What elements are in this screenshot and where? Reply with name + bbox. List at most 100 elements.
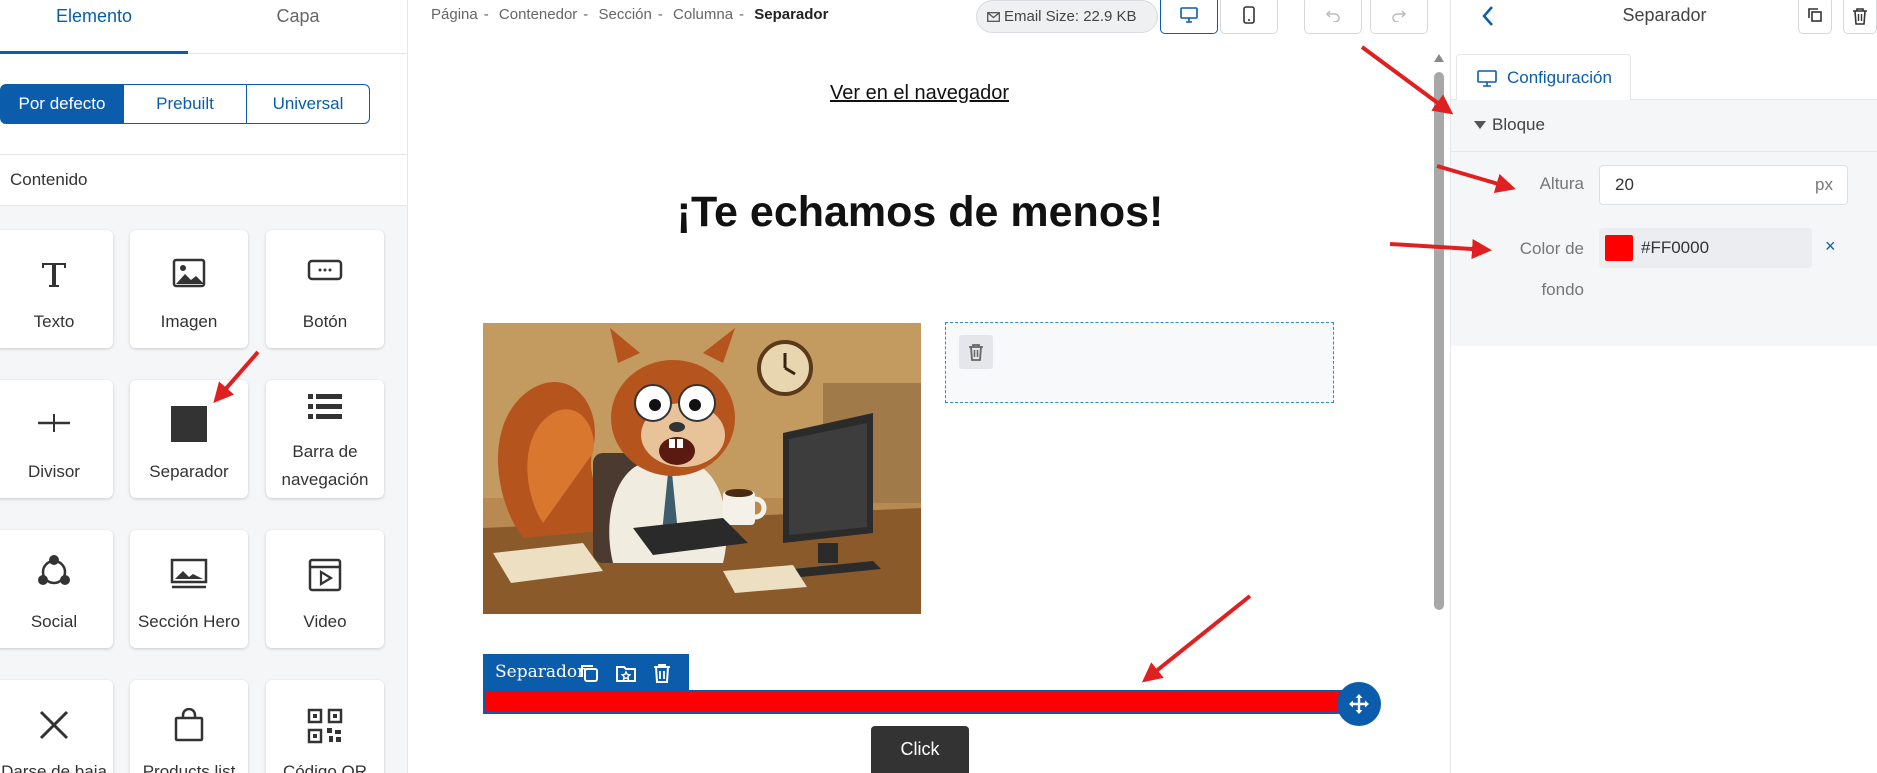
block-properties: Bloque Altura 20 px Color de fondo #FF00… bbox=[1451, 100, 1877, 346]
desktop-icon bbox=[1477, 70, 1497, 87]
breadcrumb: Página - Contenedor - Sección - Columna - Se… bbox=[431, 6, 828, 23]
tile-barra-navegacion[interactable]: Barra de navegación bbox=[266, 380, 384, 498]
clear-color-button[interactable]: × bbox=[1825, 236, 1836, 257]
tab-configuracion[interactable]: Configuración bbox=[1456, 54, 1631, 101]
tile-separador[interactable]: Separador bbox=[130, 380, 248, 498]
color-swatch[interactable] bbox=[1605, 235, 1633, 261]
duplicate-element-button[interactable] bbox=[1798, 0, 1832, 34]
separator-toolbar-label: Separador bbox=[495, 662, 586, 682]
delete-column-button[interactable] bbox=[959, 335, 993, 369]
move-icon bbox=[1349, 694, 1369, 714]
email-cta-button[interactable]: Click bbox=[871, 726, 969, 773]
squirrel-image bbox=[483, 323, 921, 614]
segment-universal[interactable]: Universal bbox=[247, 84, 370, 124]
save-block-icon[interactable] bbox=[615, 662, 637, 684]
squirrel-illustration[interactable] bbox=[483, 323, 921, 614]
social-icon bbox=[38, 555, 70, 585]
tile-codigo-qr[interactable]: Código QR bbox=[266, 680, 384, 773]
tile-label: Sección Hero bbox=[137, 612, 241, 631]
tile-video[interactable]: Video bbox=[266, 530, 384, 648]
button-icon bbox=[307, 259, 343, 281]
undo-button[interactable] bbox=[1304, 0, 1362, 34]
copy-icon bbox=[1808, 8, 1822, 22]
breadcrumb-item[interactable]: Página bbox=[431, 6, 478, 23]
delete-icon[interactable] bbox=[651, 662, 673, 684]
tile-imagen[interactable]: Imagen bbox=[130, 230, 248, 348]
section-toggle-bloque[interactable]: Bloque bbox=[1451, 100, 1877, 152]
redo-icon bbox=[1392, 10, 1407, 22]
tile-boton[interactable]: Botón bbox=[266, 230, 384, 348]
spacer-icon bbox=[171, 406, 207, 442]
mobile-view-button[interactable] bbox=[1220, 0, 1278, 34]
products-icon bbox=[174, 708, 204, 742]
category-segmented-control: Por defecto Prebuilt Universal bbox=[0, 84, 370, 124]
navbar-icon bbox=[308, 394, 342, 419]
mail-icon bbox=[987, 12, 1000, 22]
undo-icon bbox=[1325, 10, 1340, 22]
trash-icon bbox=[1853, 8, 1867, 25]
move-handle[interactable] bbox=[1337, 682, 1381, 726]
breadcrumb-separator: - bbox=[739, 6, 745, 23]
mobile-icon bbox=[1243, 6, 1255, 24]
tile-seccion-hero[interactable]: Sección Hero bbox=[130, 530, 248, 648]
tile-label: Products list bbox=[142, 762, 236, 773]
email-canvas: Página - Contenedor - Sección - Columna - Se… bbox=[408, 0, 1450, 773]
height-value: 20 bbox=[1615, 175, 1634, 194]
caret-down-icon bbox=[1474, 121, 1486, 129]
empty-column-dropzone[interactable] bbox=[945, 322, 1334, 403]
segment-prebuilt[interactable]: Prebuilt bbox=[124, 84, 247, 124]
separator-block[interactable] bbox=[483, 690, 1353, 714]
desktop-view-button[interactable] bbox=[1160, 0, 1218, 34]
unsubscribe-icon bbox=[39, 710, 69, 740]
email-size-text: Email Size: 22.9 KB bbox=[1004, 8, 1137, 25]
image-icon bbox=[172, 258, 206, 288]
breadcrumb-item[interactable]: Contenedor bbox=[499, 6, 577, 23]
tab-elemento[interactable]: Elemento bbox=[0, 0, 188, 54]
section-title-bloque: Bloque bbox=[1492, 115, 1545, 134]
segment-por-defecto[interactable]: Por defecto bbox=[0, 84, 124, 124]
desktop-icon bbox=[1180, 7, 1198, 23]
redo-button[interactable] bbox=[1370, 0, 1428, 34]
canvas-scrollbar[interactable] bbox=[1432, 54, 1446, 773]
breadcrumb-item[interactable]: Sección bbox=[598, 6, 651, 23]
scroll-up-arrow[interactable] bbox=[1434, 54, 1444, 62]
text-icon bbox=[42, 263, 66, 287]
properties-header: Separador bbox=[1451, 0, 1877, 34]
background-color-input[interactable]: #FF0000 bbox=[1599, 228, 1812, 268]
tile-label: Social bbox=[30, 612, 78, 631]
breadcrumb-current: Separador bbox=[754, 6, 829, 23]
tile-label: Barra de navegación bbox=[281, 442, 369, 489]
tile-darse-de-baja[interactable]: Darse de baja bbox=[0, 680, 113, 773]
tile-label: Divisor bbox=[28, 462, 80, 481]
tile-label: Texto bbox=[33, 312, 75, 331]
tile-label: Código QR bbox=[282, 762, 368, 773]
height-input[interactable]: 20 px bbox=[1599, 165, 1848, 205]
tile-products-list[interactable]: Products list bbox=[130, 680, 248, 773]
tile-texto[interactable]: Texto bbox=[0, 230, 113, 348]
tab-capa[interactable]: Capa bbox=[188, 0, 407, 54]
breadcrumb-item[interactable]: Columna bbox=[673, 6, 733, 23]
tile-label: Video bbox=[303, 612, 347, 631]
properties-tabs: Configuración bbox=[1451, 54, 1877, 101]
trash-icon bbox=[969, 344, 983, 361]
hero-icon bbox=[170, 558, 208, 589]
divider-icon bbox=[38, 414, 70, 432]
delete-element-button[interactable] bbox=[1843, 0, 1877, 34]
breadcrumb-separator: - bbox=[483, 6, 489, 23]
tile-social[interactable]: Social bbox=[0, 530, 113, 648]
view-in-browser-link[interactable]: Ver en el navegador bbox=[830, 82, 1009, 105]
qr-icon bbox=[307, 708, 343, 744]
tile-label: Botón bbox=[302, 312, 348, 331]
elements-grid: Texto Imagen Botón Divisor Separador Bar… bbox=[0, 206, 407, 773]
tile-label: Darse de baja bbox=[1, 762, 107, 773]
elements-panel: Elemento Capa Por defecto Prebuilt Unive… bbox=[0, 0, 408, 773]
tile-divisor[interactable]: Divisor bbox=[0, 380, 113, 498]
separator-toolbar: Separador bbox=[483, 654, 689, 690]
email-headline[interactable]: ¡Te echamos de menos! bbox=[408, 188, 1432, 237]
height-unit: px bbox=[1815, 175, 1833, 194]
breadcrumb-separator: - bbox=[583, 6, 589, 23]
height-label: Altura bbox=[1539, 174, 1584, 193]
scroll-thumb[interactable] bbox=[1434, 72, 1444, 610]
duplicate-icon[interactable] bbox=[578, 662, 600, 684]
tile-label: Separador bbox=[149, 462, 229, 481]
